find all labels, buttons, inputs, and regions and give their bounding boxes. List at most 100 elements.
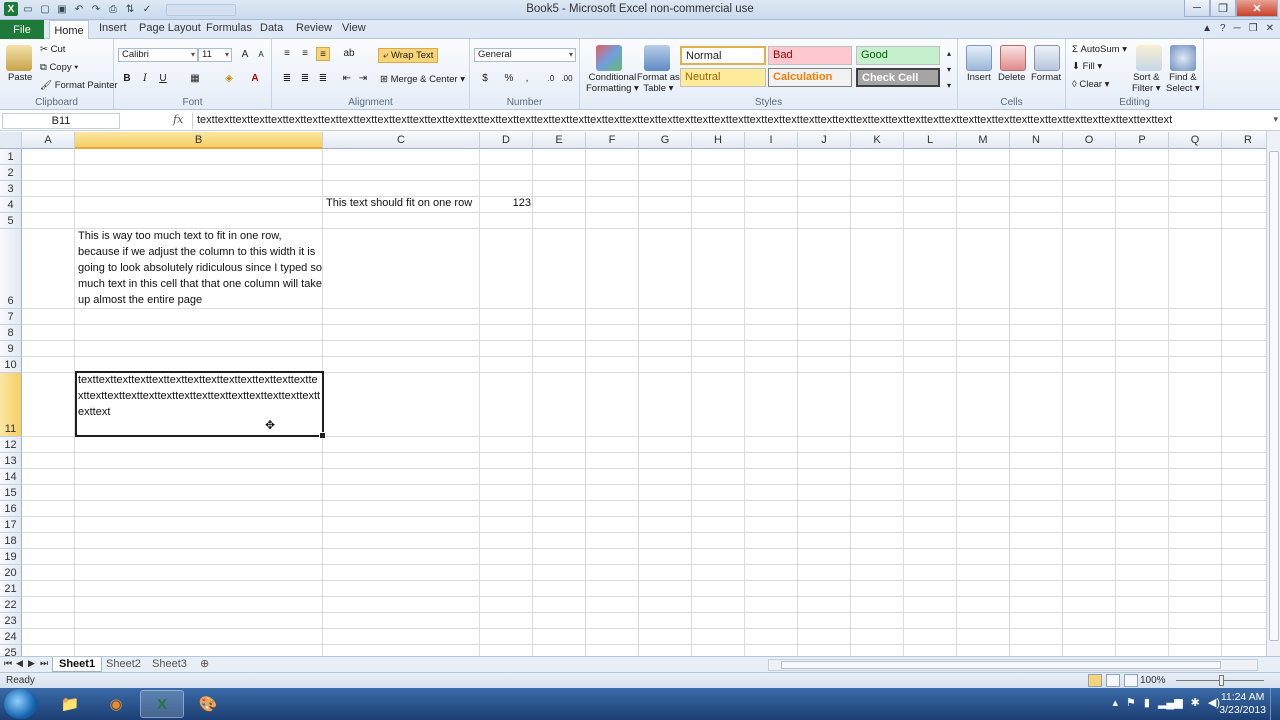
number-format-select[interactable]: General xyxy=(474,48,576,62)
decrease-decimal-icon[interactable]: .00 xyxy=(560,72,574,86)
column-header-b[interactable]: B xyxy=(75,132,323,149)
column-header-r[interactable]: R xyxy=(1222,132,1266,149)
start-button[interactable] xyxy=(4,689,38,719)
format-button[interactable]: Format xyxy=(1031,72,1061,83)
column-header-l[interactable]: L xyxy=(904,132,957,149)
row-header-20[interactable]: 20 xyxy=(0,565,22,581)
copy-button[interactable]: ⧉ Copy ▾ xyxy=(40,62,78,73)
style-bad[interactable]: Bad xyxy=(768,46,852,65)
ribbon-minimize-icon[interactable]: ▲ xyxy=(1202,23,1212,34)
italic-button[interactable]: I xyxy=(138,72,152,86)
doc-restore-icon[interactable]: ❐ xyxy=(1249,23,1258,34)
top-align-icon[interactable]: ≡ xyxy=(280,47,294,61)
middle-align-icon[interactable]: ≡ xyxy=(298,47,312,61)
sheet-tab-3[interactable]: Sheet3 xyxy=(146,657,193,672)
normal-view-icon[interactable] xyxy=(1088,674,1102,687)
sort-filter-button[interactable]: Sort & Filter ▾ xyxy=(1132,72,1161,94)
help-icon[interactable]: ? xyxy=(1220,23,1226,34)
column-header-m[interactable]: M xyxy=(957,132,1010,149)
increase-decimal-icon[interactable]: .0 xyxy=(544,72,558,86)
format-painter-button[interactable]: 🖌 Format Painter xyxy=(40,80,118,91)
prev-sheet-icon[interactable]: ◀ xyxy=(16,658,23,669)
row-header-15[interactable]: 15 xyxy=(0,485,22,501)
column-header-o[interactable]: O xyxy=(1063,132,1116,149)
network-icon[interactable]: ▂▄▆ xyxy=(1158,696,1183,709)
sort-filter-icon[interactable] xyxy=(1136,45,1162,71)
delete-cells-icon[interactable] xyxy=(1000,45,1026,71)
merge-center-button[interactable]: ⊞ Merge & Center ▾ xyxy=(380,74,465,85)
doc-close-icon[interactable]: ✕ xyxy=(1266,23,1274,34)
row-header-8[interactable]: 8 xyxy=(0,325,22,341)
formula-input[interactable]: texttexttexttexttexttexttexttexttexttext… xyxy=(192,113,1266,129)
row-header-7[interactable]: 7 xyxy=(0,309,22,325)
row-header-11[interactable]: 11 xyxy=(0,373,22,437)
insert-sheet-icon[interactable]: ⊕ xyxy=(194,657,215,672)
row-header-19[interactable]: 19 xyxy=(0,549,22,565)
tab-view[interactable]: View xyxy=(342,22,366,34)
align-center-icon[interactable]: ≣ xyxy=(298,72,312,86)
autosum-button[interactable]: Σ AutoSum ▾ xyxy=(1072,44,1127,55)
page-layout-view-icon[interactable] xyxy=(1106,674,1120,687)
excel-taskbar-icon[interactable]: X xyxy=(140,690,184,718)
page-break-view-icon[interactable] xyxy=(1124,674,1138,687)
row-header-13[interactable]: 13 xyxy=(0,453,22,469)
styles-scroll-down-icon[interactable]: ▾ xyxy=(942,63,956,77)
find-select-button[interactable]: Find & Select ▾ xyxy=(1166,72,1200,94)
decrease-indent-icon[interactable]: ⇤ xyxy=(340,72,354,86)
align-right-icon[interactable]: ≣ xyxy=(316,72,330,86)
row-header-1[interactable]: 1 xyxy=(0,149,22,165)
firefox-icon[interactable]: ◉ xyxy=(94,690,138,718)
column-header-j[interactable]: J xyxy=(798,132,851,149)
binoculars-icon[interactable] xyxy=(1170,45,1196,71)
row-header-10[interactable]: 10 xyxy=(0,357,22,373)
close-button[interactable]: ✕ xyxy=(1236,0,1278,17)
cut-button[interactable]: ✂ Cut xyxy=(40,44,65,55)
grow-font-icon[interactable]: A xyxy=(238,48,252,62)
format-table-icon[interactable] xyxy=(644,45,670,71)
row-header-5[interactable]: 5 xyxy=(0,213,22,229)
zoom-level[interactable]: 100% xyxy=(1140,675,1166,686)
insert-function-button[interactable]: fx xyxy=(173,113,183,126)
row-header-16[interactable]: 16 xyxy=(0,501,22,517)
cell-d4[interactable]: 123 xyxy=(481,195,531,211)
vertical-scroll-thumb[interactable] xyxy=(1269,151,1279,641)
tab-file[interactable]: File xyxy=(0,20,44,39)
sheet-tab-2[interactable]: Sheet2 xyxy=(100,657,147,672)
row-header-3[interactable]: 3 xyxy=(0,181,22,197)
style-neutral[interactable]: Neutral xyxy=(680,68,766,87)
style-normal[interactable]: Normal xyxy=(680,46,766,65)
insert-button[interactable]: Insert xyxy=(967,72,991,83)
font-size-select[interactable]: 11 xyxy=(198,48,232,62)
column-header-k[interactable]: K xyxy=(851,132,904,149)
restore-button[interactable]: ❐ xyxy=(1210,0,1236,17)
style-check-cell[interactable]: Check Cell xyxy=(856,68,940,87)
paste-icon[interactable] xyxy=(6,45,32,71)
wrap-text-button[interactable]: ⤶ Wrap Text xyxy=(378,48,439,63)
row-header-2[interactable]: 2 xyxy=(0,165,22,181)
orientation-icon[interactable]: ab xyxy=(342,47,356,61)
spreadsheet-grid[interactable]: ABCDEFGHIJKLMNOPQR 1 2 3 4 5 6 7 8 9 10 11 12 13 14 15… xyxy=(0,131,1266,657)
clear-button[interactable]: ◊ Clear ▾ xyxy=(1072,79,1109,90)
cell-b6[interactable]: This is way too much text to fit in one … xyxy=(78,228,322,308)
tray-arrow-icon[interactable]: ▴ xyxy=(1112,696,1118,709)
cell-c4[interactable]: This text should fit on one row xyxy=(326,195,472,211)
bold-button[interactable]: B xyxy=(120,72,134,86)
column-header-e[interactable]: E xyxy=(533,132,586,149)
clock[interactable]: 11:24 AM 3/23/2013 xyxy=(1219,691,1266,717)
next-sheet-icon[interactable]: ▶ xyxy=(28,658,35,669)
styles-more-icon[interactable]: ▾ xyxy=(942,79,956,93)
column-header-q[interactable]: Q xyxy=(1169,132,1222,149)
row-header-12[interactable]: 12 xyxy=(0,437,22,453)
conditional-formatting-icon[interactable] xyxy=(596,45,622,71)
paint-icon[interactable]: 🎨 xyxy=(186,690,230,718)
shrink-font-icon[interactable]: A xyxy=(254,48,268,62)
column-header-h[interactable]: H xyxy=(692,132,745,149)
row-header-18[interactable]: 18 xyxy=(0,533,22,549)
fill-color-icon[interactable]: ◈ xyxy=(222,72,236,86)
column-header-g[interactable]: G xyxy=(639,132,692,149)
delete-button[interactable]: Delete xyxy=(998,72,1025,83)
conditional-formatting-button[interactable]: Conditional Formatting ▾ xyxy=(586,72,639,94)
borders-icon[interactable]: ▦ xyxy=(188,72,202,86)
percent-button[interactable]: % xyxy=(502,72,516,86)
column-header-c[interactable]: C xyxy=(323,132,480,149)
